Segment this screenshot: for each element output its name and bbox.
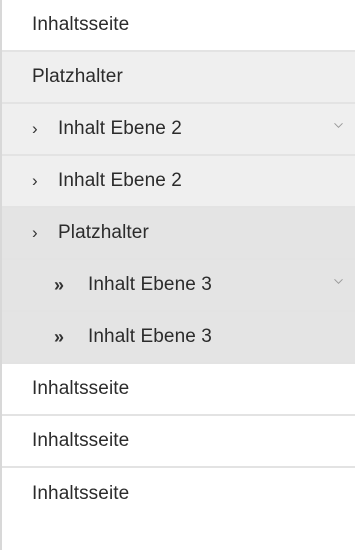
nav-item-label: Inhaltsseite [32,430,130,451]
nav-item-label: Inhalt Ebene 3 [88,274,212,295]
nav-item-label: Inhaltsseite [32,14,130,35]
nav-item-label: Inhalt Ebene 2 [58,170,182,191]
chevron-down-icon[interactable] [334,122,343,132]
nav-item-inhaltsseite[interactable]: Inhaltsseite [2,416,355,468]
nav-item-inhaltsseite[interactable]: Inhaltsseite [2,0,355,52]
single-chevron-right-icon: › [32,171,38,190]
nav-item-label: Inhaltsseite [32,483,130,504]
nav-subsubitem-inhalt-ebene-3[interactable]: » Inhalt Ebene 3 [2,260,355,312]
double-chevron-right-icon: » [54,326,65,347]
nav-item-label: Platzhalter [32,66,123,87]
sidebar-navigation: Inhaltsseite Platzhalter › Inhalt Ebene … [0,0,355,550]
nav-item-inhaltsseite[interactable]: Inhaltsseite [2,364,355,416]
nav-subitem-platzhalter[interactable]: › Platzhalter [2,208,355,260]
nav-item-label: Inhaltsseite [32,378,130,399]
nav-item-label: Inhalt Ebene 2 [58,118,182,139]
chevron-down-icon[interactable] [334,278,343,288]
single-chevron-right-icon: › [32,119,38,138]
nav-subsubitem-inhalt-ebene-3[interactable]: » Inhalt Ebene 3 [2,312,355,364]
nav-item-platzhalter[interactable]: Platzhalter [2,52,355,104]
nav-subitem-inhalt-ebene-2[interactable]: › Inhalt Ebene 2 [2,104,355,156]
nav-subitem-inhalt-ebene-2[interactable]: › Inhalt Ebene 2 [2,156,355,208]
nav-item-label: Platzhalter [58,222,149,243]
nav-item-inhaltsseite[interactable]: Inhaltsseite [2,468,355,520]
single-chevron-right-icon: › [32,223,38,242]
nav-item-label: Inhalt Ebene 3 [88,326,212,347]
double-chevron-right-icon: » [54,274,65,295]
